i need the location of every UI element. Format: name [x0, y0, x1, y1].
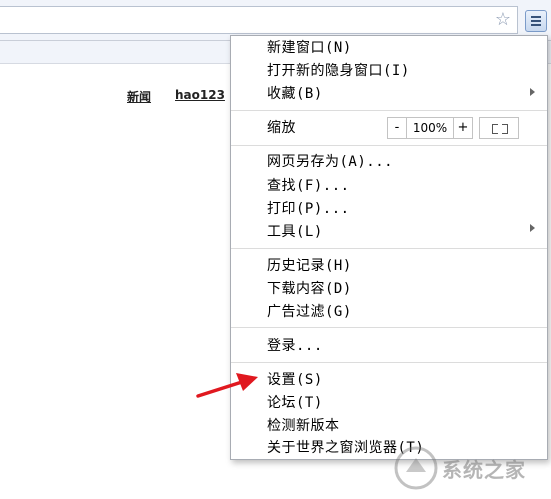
- zoom-out-button[interactable]: -: [388, 118, 406, 138]
- browser-menu: 新建窗口(N) 打开新的隐身窗口(I) 收藏(B) 缩放 - 100% + 网页…: [230, 35, 548, 460]
- zoom-level: 100%: [406, 118, 454, 138]
- zoom-in-button[interactable]: +: [454, 118, 472, 138]
- menu-item-zoom: 缩放: [267, 120, 296, 136]
- menu-item-favorites[interactable]: 收藏(B): [267, 84, 323, 104]
- separator: [231, 362, 547, 363]
- menu-item-tools[interactable]: 工具(L): [267, 222, 323, 242]
- menu-item-check-update[interactable]: 检测新版本: [267, 416, 340, 436]
- star-icon[interactable]: ☆: [495, 10, 511, 30]
- separator: [231, 110, 547, 111]
- separator: [231, 327, 547, 328]
- submenu-arrow-icon: [530, 88, 535, 96]
- fullscreen-button[interactable]: [479, 117, 519, 139]
- menu-item-history[interactable]: 历史记录(H): [267, 256, 352, 276]
- menu-button[interactable]: [525, 10, 547, 32]
- menu-icon: [531, 16, 541, 18]
- menu-item-find[interactable]: 查找(F)...: [267, 176, 350, 196]
- menu-item-new-window[interactable]: 新建窗口(N): [267, 38, 352, 58]
- link-hao123[interactable]: hao123: [175, 88, 225, 102]
- watermark-icon: [394, 446, 438, 490]
- watermark-logo: 系统之家: [388, 440, 548, 496]
- menu-item-login[interactable]: 登录...: [267, 336, 323, 356]
- menu-item-settings[interactable]: 设置(S): [267, 370, 323, 390]
- link-news[interactable]: 新闻: [127, 88, 151, 105]
- menu-item-incognito[interactable]: 打开新的隐身窗口(I): [267, 61, 410, 81]
- separator: [231, 145, 547, 146]
- watermark-text: 系统之家: [442, 458, 526, 482]
- submenu-arrow-icon: [530, 224, 535, 232]
- menu-item-adblock[interactable]: 广告过滤(G): [267, 302, 352, 322]
- zoom-control: - 100% +: [387, 117, 473, 139]
- menu-item-forum[interactable]: 论坛(T): [267, 393, 323, 413]
- address-bar[interactable]: ☆: [0, 6, 518, 34]
- separator: [231, 248, 547, 249]
- menu-item-downloads[interactable]: 下载内容(D): [267, 279, 352, 299]
- menu-item-print[interactable]: 打印(P)...: [267, 199, 350, 219]
- menu-item-save-as[interactable]: 网页另存为(A)...: [267, 152, 393, 172]
